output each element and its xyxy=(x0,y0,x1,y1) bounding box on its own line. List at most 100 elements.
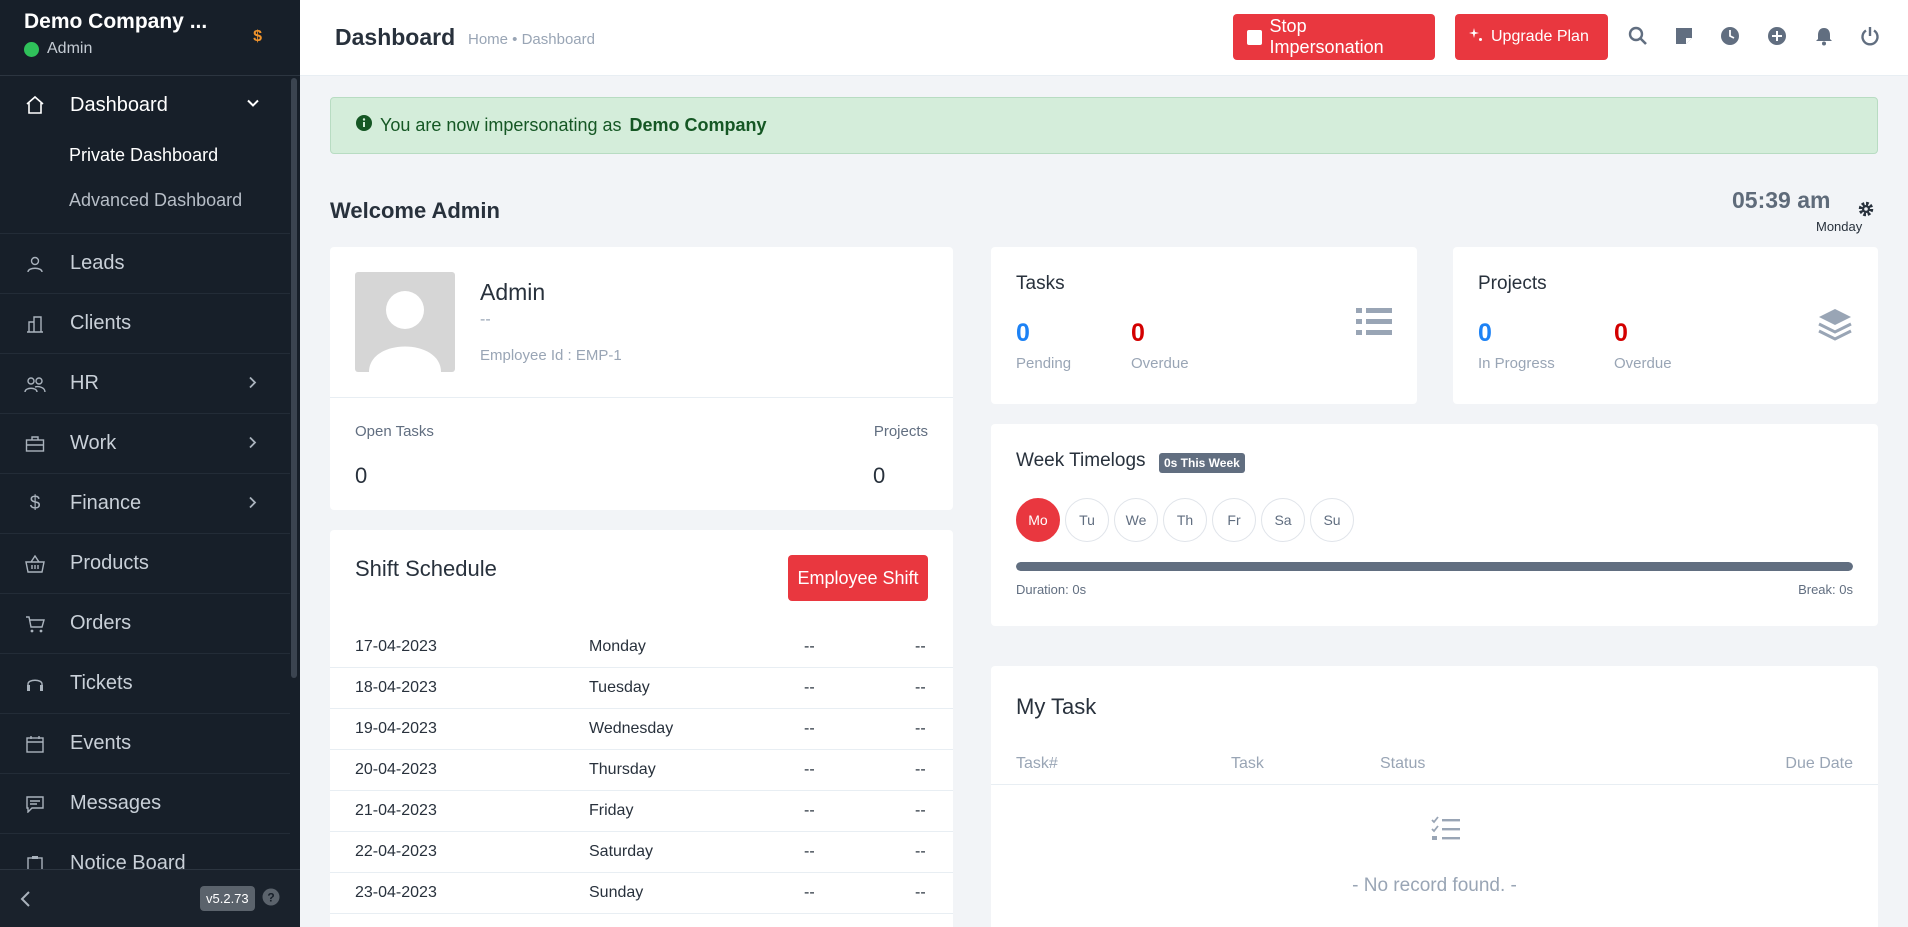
profile-name[interactable]: Admin xyxy=(480,279,545,306)
sidebar-item-label: Orders xyxy=(70,612,132,634)
shift-day: Tuesday xyxy=(589,679,650,696)
sidebar-item-label: Clients xyxy=(70,312,132,334)
sidebar-item-messages[interactable]: Messages xyxy=(0,774,290,834)
svg-text:?: ? xyxy=(267,891,274,905)
sidebar-item-orders[interactable]: Orders xyxy=(0,594,290,654)
column-header-due-date: Due Date xyxy=(1785,755,1853,772)
chevron-down-icon xyxy=(246,94,260,117)
bell-icon[interactable] xyxy=(1812,24,1836,48)
breadcrumb[interactable]: Home • Dashboard xyxy=(468,31,595,48)
clock-icon[interactable] xyxy=(1718,24,1742,48)
clock-day: Monday xyxy=(1816,219,1863,234)
basket-icon xyxy=(24,553,46,575)
shift-cell: -- xyxy=(915,638,926,655)
upgrade-plan-label: Upgrade Plan xyxy=(1491,28,1589,45)
shift-cell: -- xyxy=(804,638,815,655)
upgrade-plan-button[interactable]: Upgrade Plan xyxy=(1455,14,1608,60)
home-icon xyxy=(24,94,46,116)
sidebar-item-label: Dashboard xyxy=(70,93,168,116)
sidebar-header[interactable]: Demo Company ... Admin $ xyxy=(0,0,300,76)
search-icon[interactable] xyxy=(1626,24,1650,48)
sidebar-item-leads[interactable]: Leads xyxy=(0,234,290,294)
day-we[interactable]: We xyxy=(1114,498,1158,542)
sidebar-item-tickets[interactable]: Tickets xyxy=(0,654,290,714)
sidebar-item-work[interactable]: Work xyxy=(0,414,290,474)
tasks-pending-count[interactable]: 0 xyxy=(1016,319,1030,348)
shift-cell: -- xyxy=(915,843,926,860)
week-timelogs-title: Week Timelogs xyxy=(1016,450,1146,471)
sidebar-item-finance[interactable]: $ Finance xyxy=(0,474,290,534)
sidebar-item-private-dashboard[interactable]: Private Dashboard xyxy=(0,133,290,178)
day-mo[interactable]: Mo xyxy=(1016,498,1060,542)
sidebar-item-products[interactable]: Products xyxy=(0,534,290,594)
sidebar-item-advanced-dashboard[interactable]: Advanced Dashboard xyxy=(0,178,290,223)
timelog-progress-fill xyxy=(1016,562,1853,571)
tasks-overdue-count[interactable]: 0 xyxy=(1131,319,1145,348)
task-list-icon xyxy=(1431,816,1461,847)
shift-cell: -- xyxy=(804,884,815,901)
sidebar: Demo Company ... Admin $ Dashboard Priva… xyxy=(0,0,300,927)
sticky-note-icon[interactable] xyxy=(1672,24,1696,48)
employee-shift-button[interactable]: Employee Shift xyxy=(788,555,928,601)
add-circle-icon[interactable] xyxy=(1765,24,1789,48)
shift-table: 17-04-2023 Monday -- -- 18-04-2023 Tuesd… xyxy=(330,627,953,914)
info-icon xyxy=(356,115,372,136)
shift-cell: -- xyxy=(804,679,815,696)
shift-cell: -- xyxy=(915,679,926,696)
open-tasks-label: Open Tasks xyxy=(355,423,434,440)
day-fr[interactable]: Fr xyxy=(1212,498,1256,542)
chevron-right-icon xyxy=(246,432,260,455)
table-row: 21-04-2023 Friday -- -- xyxy=(330,791,953,832)
alert-company: Demo Company xyxy=(629,115,767,135)
clock-time: 05:39 am xyxy=(1732,187,1831,213)
collapse-sidebar-icon[interactable] xyxy=(18,890,34,913)
sidebar-menu: Dashboard Private Dashboard Advanced Das… xyxy=(0,77,290,869)
help-icon[interactable]: ? xyxy=(262,888,280,911)
day-su[interactable]: Su xyxy=(1310,498,1354,542)
shift-date: 20-04-2023 xyxy=(355,761,437,778)
column-header-status: Status xyxy=(1380,755,1426,772)
dollar-icon: $ xyxy=(29,492,41,514)
cart-icon xyxy=(24,613,46,635)
day-tu[interactable]: Tu xyxy=(1065,498,1109,542)
table-row: 18-04-2023 Tuesday -- -- xyxy=(330,668,953,709)
table-row: 20-04-2023 Thursday -- -- xyxy=(330,750,953,791)
power-icon[interactable] xyxy=(1858,24,1882,48)
stop-impersonation-button[interactable]: Stop Impersonation xyxy=(1233,14,1435,60)
open-tasks-count[interactable]: 0 xyxy=(355,463,367,489)
shift-cell: -- xyxy=(915,802,926,819)
shift-day: Saturday xyxy=(589,843,654,860)
shift-day: Thursday xyxy=(589,761,656,778)
tasks-widget: Tasks 0 Pending 0 Overdue xyxy=(991,247,1417,404)
shift-day: Sunday xyxy=(589,884,644,901)
sidebar-item-events[interactable]: Events xyxy=(0,714,290,774)
shift-cell: -- xyxy=(804,802,815,819)
layers-icon xyxy=(1817,307,1853,348)
day-sa[interactable]: Sa xyxy=(1261,498,1305,542)
role-label: Admin xyxy=(47,40,93,57)
sidebar-item-label: Products xyxy=(70,552,149,574)
projects-overdue-count[interactable]: 0 xyxy=(1614,319,1628,348)
gear-icon[interactable] xyxy=(1857,200,1875,223)
my-task-title: My Task xyxy=(1016,694,1097,719)
shift-date: 22-04-2023 xyxy=(355,843,437,860)
sidebar-item-hr[interactable]: HR xyxy=(0,354,290,414)
projects-in-progress-count[interactable]: 0 xyxy=(1478,319,1492,348)
table-row: 23-04-2023 Sunday -- -- xyxy=(330,873,953,914)
page-title: Dashboard xyxy=(335,24,456,50)
version-badge: v5.2.73 xyxy=(200,886,255,911)
shift-cell: -- xyxy=(804,761,815,778)
stop-icon xyxy=(1247,29,1262,45)
sidebar-item-clients[interactable]: Clients xyxy=(0,294,290,354)
people-icon xyxy=(24,373,46,395)
shift-date: 18-04-2023 xyxy=(355,679,437,696)
sidebar-item-notice-board[interactable]: Notice Board xyxy=(0,834,290,869)
day-th[interactable]: Th xyxy=(1163,498,1207,542)
impersonation-alert: You are now impersonating as Demo Compan… xyxy=(330,97,1878,154)
sidebar-item-dashboard[interactable]: Dashboard xyxy=(0,77,290,133)
currency-icon[interactable]: $ xyxy=(253,28,262,46)
sidebar-item-label: HR xyxy=(70,372,99,394)
shift-date: 19-04-2023 xyxy=(355,720,437,737)
projects-count[interactable]: 0 xyxy=(873,463,885,489)
sidebar-scrollbar[interactable] xyxy=(291,78,297,678)
